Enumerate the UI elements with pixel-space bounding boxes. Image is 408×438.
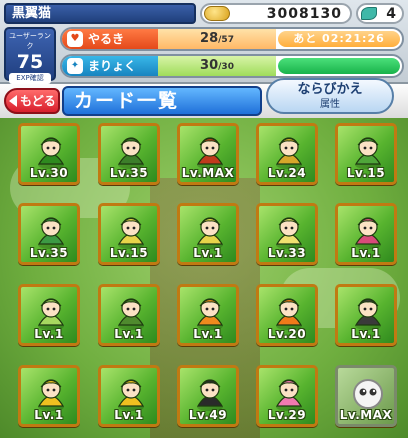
stamina-max: /57 [218, 35, 234, 45]
card-item[interactable]: Lv.30 [18, 123, 80, 185]
card-level: Lv.1 [114, 327, 144, 341]
magic-row: ✦ まりょく 30/30 [60, 54, 404, 78]
card-level: Lv.1 [351, 327, 381, 341]
card-item[interactable]: Lv.1 [98, 365, 160, 427]
card-item[interactable]: Lv.1 [18, 284, 80, 346]
coin-icon [204, 6, 230, 21]
user-rank[interactable]: ユーザーランク 75 EXP確認 [4, 27, 56, 84]
card-item[interactable]: Lv.1 [177, 284, 239, 346]
card-level: Lv.35 [29, 246, 69, 260]
card-item[interactable]: Lv.1 [335, 284, 397, 346]
card-level: Lv.29 [267, 408, 307, 422]
card-item[interactable]: Lv.MAX [335, 365, 397, 427]
rank-label: ユーザーランク [9, 32, 51, 50]
card-item[interactable]: Lv.1 [98, 284, 160, 346]
magic-max: /30 [218, 62, 234, 72]
card-item[interactable]: Lv.1 [335, 203, 397, 265]
stamina-timer: あと 02:21:26 [278, 31, 400, 47]
sort-label: ならびかえ [297, 82, 363, 97]
card-level: Lv.1 [34, 327, 64, 341]
sort-attribute: 属性 [320, 99, 340, 110]
stamina-label: やるき [88, 32, 125, 46]
coin-counter[interactable]: 3008130 [200, 3, 352, 24]
magic-label-block: ✦ まりょく [62, 56, 158, 76]
card-level: Lv.1 [114, 408, 144, 422]
card-level: Lv.15 [109, 246, 149, 260]
card-level: Lv.MAX [339, 408, 393, 422]
magic-icon: ✦ [67, 58, 83, 74]
gem-icon [361, 7, 377, 20]
card-item[interactable]: Lv.20 [256, 284, 318, 346]
magic-bar-fill [278, 58, 400, 74]
magic-current: 30 [200, 58, 219, 73]
card-level: Lv.30 [29, 166, 69, 180]
card-item[interactable]: Lv.MAX [177, 123, 239, 185]
card-level: Lv.20 [267, 327, 307, 341]
card-item[interactable]: Lv.29 [256, 365, 318, 427]
stamina-row: ♥ やるき 28/57 あと 02:21:26 [60, 27, 404, 51]
card-item[interactable]: Lv.1 [177, 203, 239, 265]
stamina-label-block: ♥ やるき [62, 29, 158, 49]
card-level: Lv.1 [351, 246, 381, 260]
card-item[interactable]: Lv.35 [98, 123, 160, 185]
page-title: カード一覧 [62, 86, 262, 116]
card-level: Lv.49 [188, 408, 228, 422]
card-item[interactable]: Lv.15 [98, 203, 160, 265]
rank-value: 75 [16, 51, 44, 73]
card-grid: Lv.30 Lv.35 Lv.MAX Lv.24 Lv.15 Lv.35 Lv.15 Lv.1… [0, 118, 408, 438]
coin-value: 3008130 [266, 6, 342, 22]
exp-check-button[interactable]: EXP確認 [9, 73, 51, 84]
stamina-values: 28/57 [158, 29, 276, 49]
status-bar: 黒翼猫 3008130 4 ユーザーランク 75 EXP確認 ♥ やるき 28/… [0, 0, 408, 84]
card-level: Lv.1 [193, 327, 223, 341]
back-label: もどる [20, 94, 56, 108]
gem-counter[interactable]: 4 [356, 3, 404, 24]
gem-value: 4 [386, 6, 396, 22]
card-level: Lv.33 [267, 246, 307, 260]
magic-label: まりょく [88, 59, 137, 73]
card-item[interactable]: Lv.1 [18, 365, 80, 427]
card-level: Lv.15 [346, 166, 386, 180]
card-level: Lv.24 [267, 166, 307, 180]
card-item[interactable]: Lv.35 [18, 203, 80, 265]
back-arrow-icon [9, 95, 17, 107]
card-level: Lv.1 [193, 246, 223, 260]
card-level: Lv.MAX [181, 166, 235, 180]
card-level: Lv.1 [34, 408, 64, 422]
sort-button[interactable]: ならびかえ 属性 [266, 78, 394, 114]
back-button[interactable]: もどる [4, 88, 60, 114]
card-level: Lv.35 [109, 166, 149, 180]
card-item[interactable]: Lv.33 [256, 203, 318, 265]
player-name: 黒翼猫 [4, 3, 196, 24]
magic-values: 30/30 [158, 56, 276, 76]
card-item[interactable]: Lv.24 [256, 123, 318, 185]
magic-bar [278, 58, 400, 74]
heart-icon: ♥ [67, 31, 83, 47]
card-item[interactable]: Lv.49 [177, 365, 239, 427]
stamina-current: 28 [200, 31, 219, 46]
card-item[interactable]: Lv.15 [335, 123, 397, 185]
